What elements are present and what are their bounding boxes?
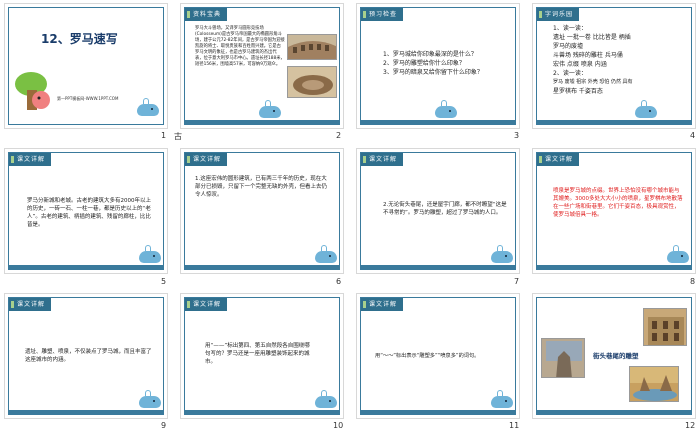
slide-body-text: 2.无论街头巷尾，还是屋宇门廊，都不时瞭望“这是不寻常的”。罗马的雕塑，超过了罗… bbox=[383, 202, 507, 216]
slide-body-text: 用“～～”标出表示“雕塑多”“喷泉多”的词句。 bbox=[375, 353, 480, 359]
slide-thumbnail-9[interactable]: 课文详解 遗址、雕塑、喷泉，不仅装点了罗马城，而且丰富了这座城市的内涵。 bbox=[4, 293, 168, 419]
whale-icon bbox=[489, 245, 515, 263]
whale-icon bbox=[633, 100, 659, 118]
slide-side-label: 古 bbox=[174, 132, 182, 141]
slide-thumbnail-5[interactable]: 课文详解 罗马分新城和老城。古老的建筑大多有2000年以上的历史，一砖一石、一柱… bbox=[4, 148, 168, 274]
slide-thumbnail-2[interactable]: 资料宝典 罗马大斗兽场，又译罗马圆形竞技场(Colosseum)是古罗马帝国最大… bbox=[180, 3, 344, 129]
vocab-line-text: 遗址 一批一卷 比比皆是 柄插 bbox=[553, 34, 631, 41]
photo-caption: 街头巷尾的雕塑 bbox=[593, 352, 639, 360]
slide-thumbnail-1[interactable]: 12、罗马速写 第一PPT模板网-WWW.1PPT.COM bbox=[4, 3, 168, 129]
slide-tag: 课文详解 bbox=[185, 298, 228, 311]
whale-icon bbox=[137, 390, 163, 408]
vocab-line: 星罗棋布 千姿百态 bbox=[553, 88, 603, 95]
slide-tag: 课文详解 bbox=[361, 298, 404, 311]
slide-thumbnail-12[interactable]: 街头巷尾的雕塑 bbox=[532, 293, 696, 419]
slide-number: 2 bbox=[336, 131, 342, 140]
slide-body-text: 罗马分新城和老城。古老的建筑大多有2000年以上的历史，一砖一石、一柱一巷，都是… bbox=[27, 198, 151, 228]
slide-body-text: 用“——”标出第四、第五自然段各自围绕哪句写的？罗马还是一座用雕塑装饰起来的城市… bbox=[205, 343, 310, 365]
slide-number: 12 bbox=[685, 421, 696, 430]
slide-body-text: 罗马大斗兽场，又译罗马圆形竞技场(Colosseum)是古罗马帝国最大的椭圆形角… bbox=[195, 26, 285, 67]
slide-number: 3 bbox=[514, 131, 520, 140]
vocab-line: 1、读一读： bbox=[553, 25, 587, 32]
slide-thumbnail-4[interactable]: 字词乐园 1、读一读： 遗址 一批一卷 比比皆是 柄插 罗马的废墟 斗兽场 残碎… bbox=[532, 3, 696, 129]
statue-photo bbox=[541, 338, 585, 378]
slide-tag: 课文详解 bbox=[361, 153, 404, 166]
question-line: 3、罗马的暗泉又给你留下什么印象？ bbox=[383, 69, 483, 76]
street-building-photo bbox=[643, 308, 687, 346]
slide-thumbnail-6[interactable]: 课文详解 1.这座宏伟的圆形建筑，已有两三千年的历史，现在大部分已损毁，只留下一… bbox=[180, 148, 344, 274]
slide-thumbnail-7[interactable]: 课文详解 2.无论街头巷尾，还是屋宇门廊，都不时瞭望“这是不寻常的”。罗马的雕塑… bbox=[356, 148, 520, 274]
whale-icon bbox=[489, 390, 515, 408]
vocab-line: 罗马 废墟 祖宗 外壳 恐怕 仍然 具有 bbox=[553, 79, 633, 85]
slide-thumbnail-8[interactable]: 课文详解 喷泉是罗马城的点缀。世界上恐怕没有哪个城市能与其媲美。3000多处大大… bbox=[532, 148, 696, 274]
slide-number: 5 bbox=[161, 277, 167, 286]
slide-tag: 课文详解 bbox=[9, 153, 52, 166]
slide-number: 4 bbox=[690, 131, 696, 140]
vocab-line: 斗兽场 残碎的雕柱 兵马俑 bbox=[553, 52, 623, 59]
slide-tag: 课文详解 bbox=[9, 298, 52, 311]
cartoon-tree-character-icon bbox=[15, 72, 50, 110]
slide-body-text: 喷泉是罗马城的点缀。世界上恐怕没有哪个城市能与其媲美。3000多处大大小小的喷泉… bbox=[553, 188, 683, 218]
vocab-line: 遗址 一批一卷 比比皆是 柄插 bbox=[553, 33, 631, 42]
colosseum-photo bbox=[287, 34, 337, 60]
whale-icon bbox=[313, 245, 339, 263]
whale-icon bbox=[257, 100, 283, 118]
slide-number: 7 bbox=[514, 277, 520, 286]
slide-number: 1 bbox=[161, 131, 167, 140]
slide-thumbnail-3[interactable]: 预习检查 1、罗马城给你印象最深的是什么？ 2、罗马的雕塑给你什么印象？ 3、罗… bbox=[356, 3, 520, 129]
slide-number: 6 bbox=[336, 277, 342, 286]
slide-body-text: 1.这座宏伟的圆形建筑，已有两三千年的历史，现在大部分已损毁，只留下一个完整无缺… bbox=[195, 176, 328, 198]
slide-tag: 字词乐园 bbox=[537, 8, 580, 21]
slide-title: 12、罗马速写 bbox=[41, 32, 118, 46]
slide-number: 8 bbox=[690, 277, 696, 286]
whale-icon bbox=[135, 98, 161, 116]
vocab-line: 罗马的废墟 bbox=[553, 43, 584, 50]
slide-tag: 课文详解 bbox=[537, 153, 580, 166]
whale-icon bbox=[313, 390, 339, 408]
slide-tag: 资料宝典 bbox=[185, 8, 228, 21]
slide-number: 11 bbox=[509, 421, 520, 430]
slide-body-text: 遗址、雕塑、喷泉，不仅装点了罗马城，而且丰富了这座城市的内涵。 bbox=[25, 349, 152, 363]
question-line: 2、罗马的雕塑给你什么印象？ bbox=[383, 60, 465, 67]
fountain-photo bbox=[629, 366, 679, 402]
slide-thumbnail-10[interactable]: 课文详解 用“——”标出第四、第五自然段各自围绕哪句写的？罗马还是一座用雕塑装饰… bbox=[180, 293, 344, 419]
question-line: 1、罗马城给你印象最深的是什么？ bbox=[383, 51, 477, 58]
slide-tag: 课文详解 bbox=[185, 153, 228, 166]
slide-number: 10 bbox=[333, 421, 344, 430]
colosseum-interior-photo bbox=[287, 66, 337, 98]
vocab-line: 宏伟 点缀 喷泉 内涵 bbox=[553, 61, 607, 68]
slide-tag: 预习检查 bbox=[361, 8, 404, 21]
whale-icon bbox=[665, 245, 691, 263]
vocab-line: 2、读一读： bbox=[553, 70, 587, 77]
slide-footer: 第一PPT模板网-WWW.1PPT.COM bbox=[57, 96, 119, 101]
slide-thumbnail-11[interactable]: 课文详解 用“～～”标出表示“雕塑多”“喷泉多”的词句。 bbox=[356, 293, 520, 419]
whale-icon bbox=[433, 100, 459, 118]
slide-number: 9 bbox=[161, 421, 167, 430]
whale-icon bbox=[137, 245, 163, 263]
